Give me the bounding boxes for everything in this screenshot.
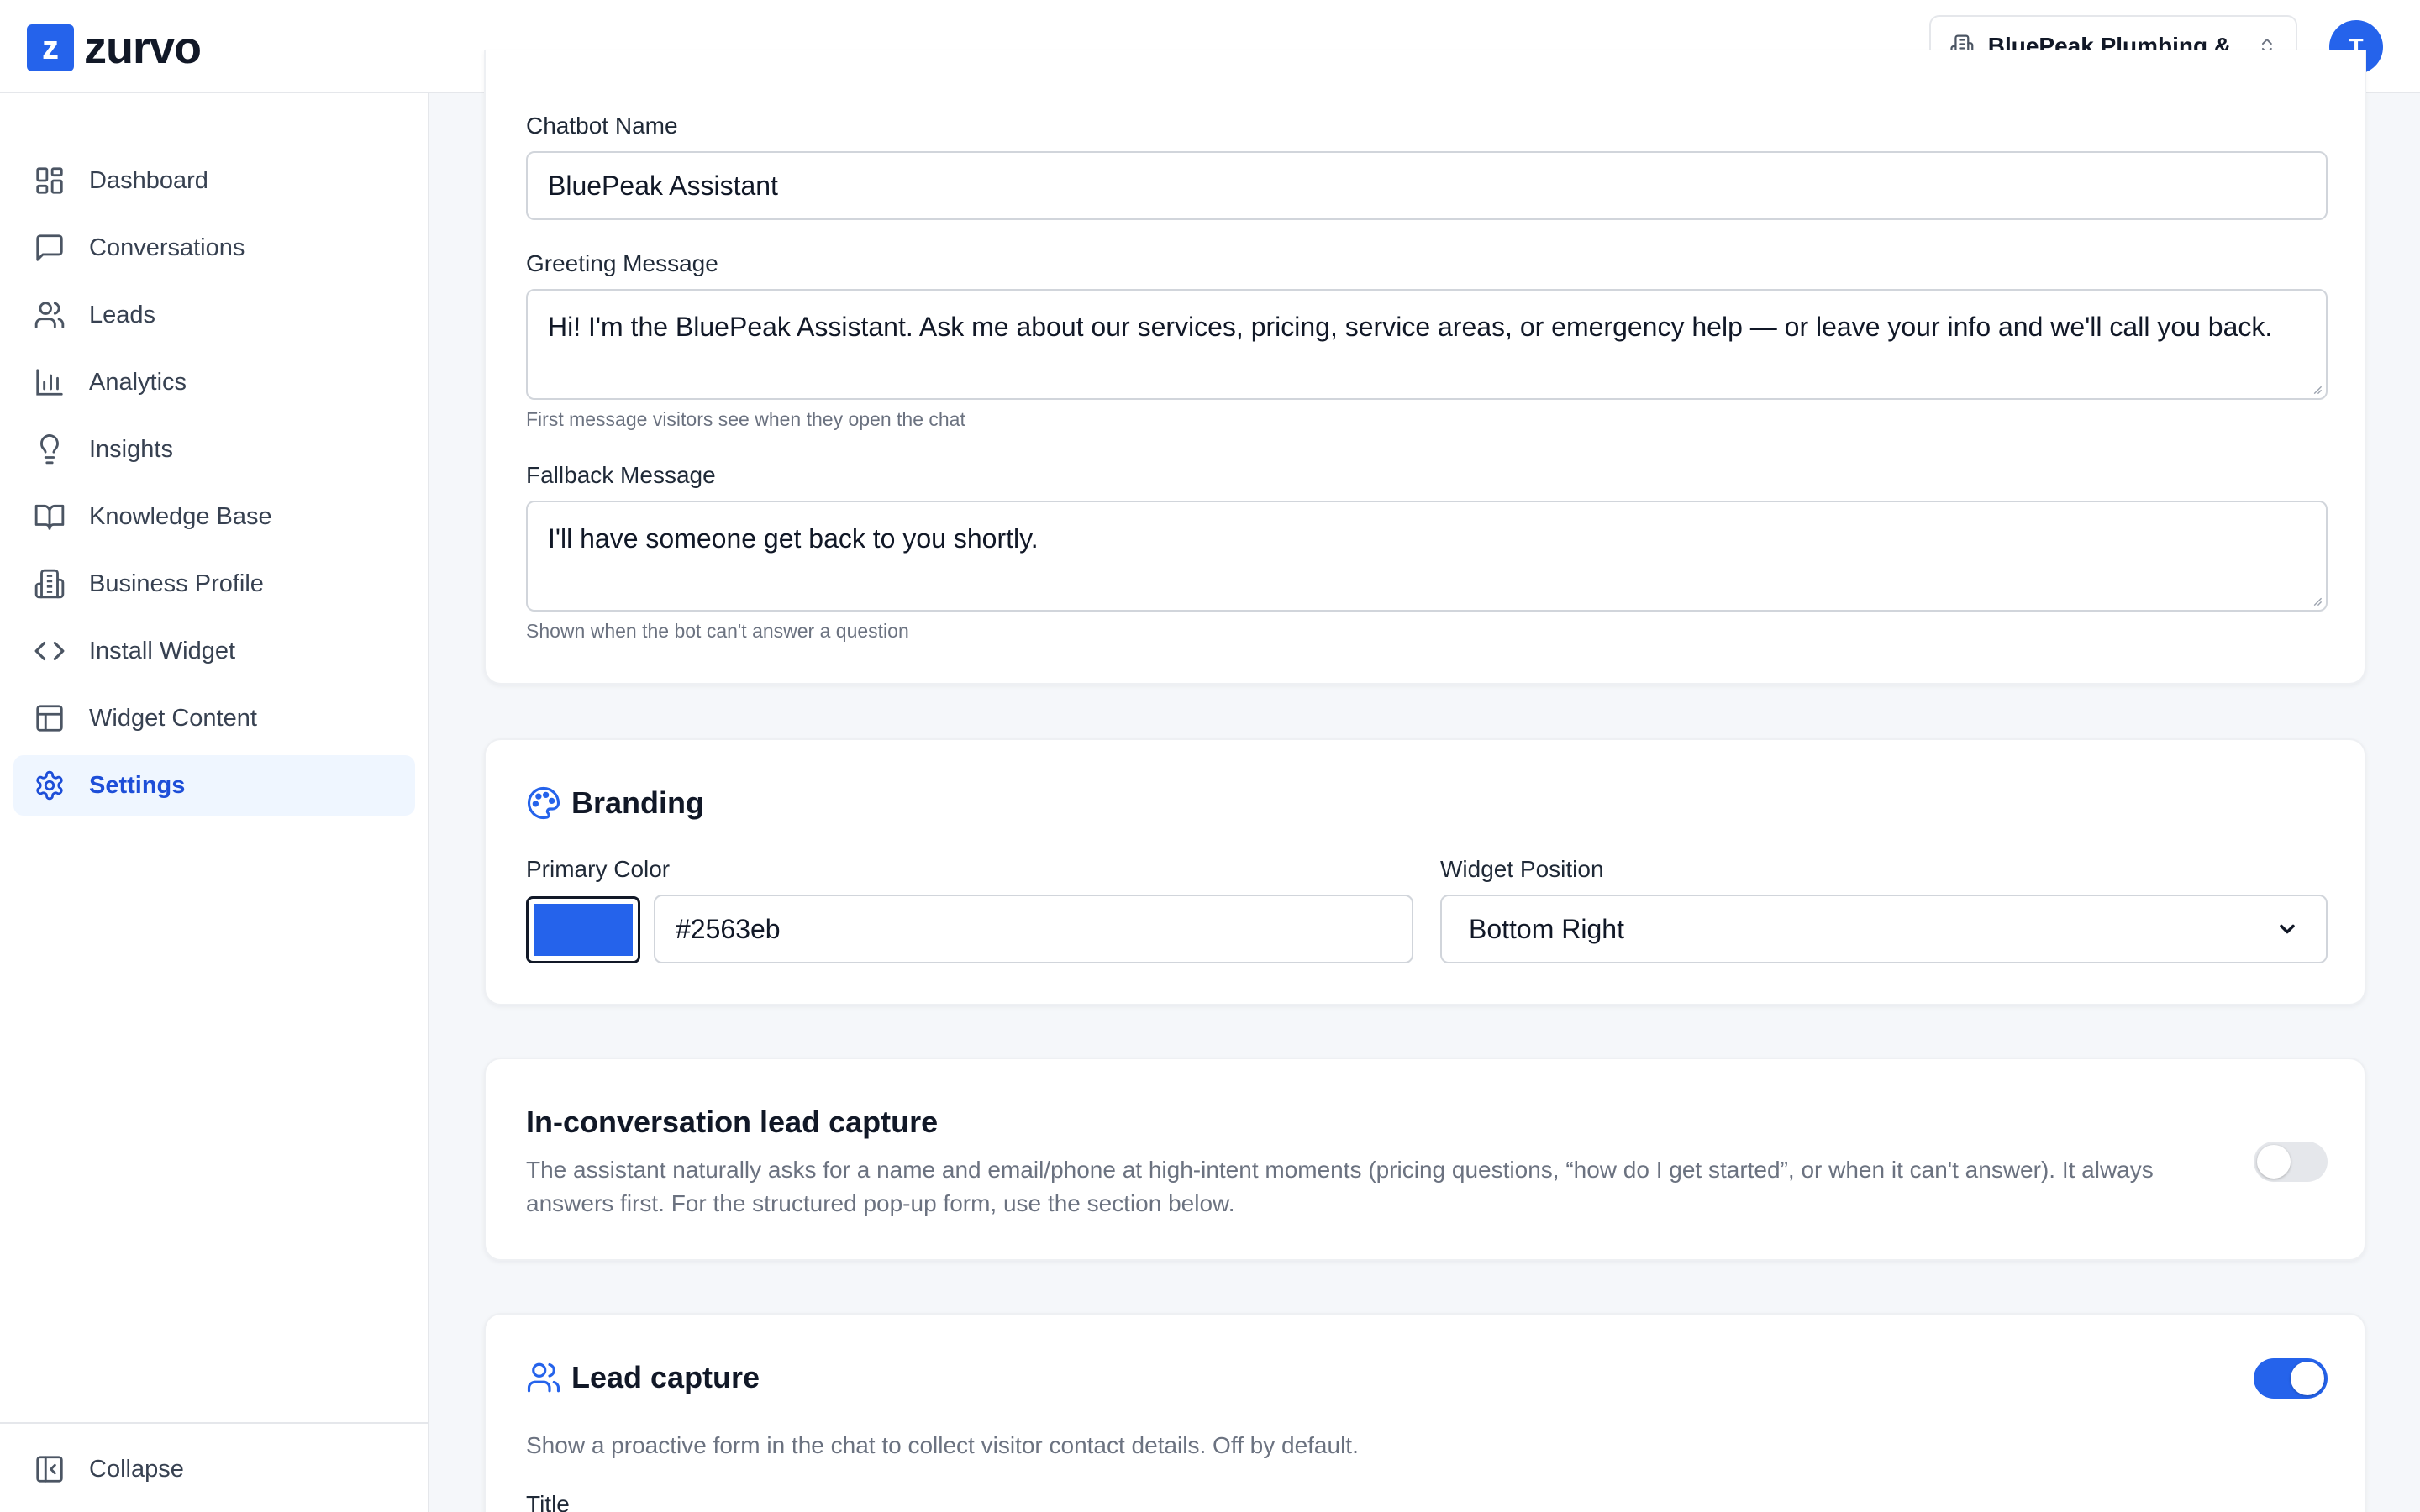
sidebar-footer: Collapse (0, 1422, 428, 1512)
lead-capture-card: Lead capture Show a proactive form in th… (484, 1313, 2366, 1512)
sidebar-item-label: Widget Content (89, 704, 257, 732)
sidebar-item-label: Settings (89, 771, 186, 799)
chatbot-name-input[interactable]: BluePeak Assistant (526, 151, 2328, 220)
primary-color-swatch (534, 904, 633, 956)
sidebar-item-label: Analytics (89, 368, 187, 396)
sidebar-item-widget-content[interactable]: Widget Content (13, 688, 415, 748)
users-icon (34, 302, 65, 328)
sidebar: Dashboard Conversations Leads Analytics … (0, 93, 429, 1512)
sidebar-item-conversations[interactable]: Conversations (13, 218, 415, 278)
widget-position-label: Widget Position (1440, 856, 1604, 882)
primary-color-label: Primary Color (526, 856, 671, 882)
chatbot-settings-card: Chatbot Name BluePeak Assistant Greeting… (484, 50, 2366, 685)
layout-icon (36, 705, 63, 732)
sidebar-item-label: Business Profile (89, 570, 264, 597)
sidebar-item-knowledge-base[interactable]: Knowledge Base (13, 486, 415, 547)
chevron-down-icon (2280, 924, 2295, 934)
building-icon (34, 569, 65, 599)
dashboard-icon (36, 167, 63, 194)
greeting-message-textarea[interactable]: Hi! I'm the BluePeak Assistant. Ask me a… (526, 289, 2328, 400)
fallback-message-text: I'll have someone get back to you shortl… (548, 523, 1039, 554)
primary-color-input[interactable]: #2563eb (654, 895, 1413, 963)
bar-chart-icon (36, 369, 63, 396)
lead-capture-description: Show a proactive form in the chat to col… (526, 1432, 1359, 1458)
sidebar-item-label: Leads (89, 301, 156, 328)
sidebar-item-label: Dashboard (89, 166, 208, 194)
panel-collapse-icon (36, 1456, 63, 1483)
lightbulb-icon (40, 434, 59, 465)
fallback-message-hint: Shown when the bot can't answer a questi… (526, 620, 909, 642)
sidebar-item-label: Knowledge Base (89, 502, 272, 530)
gear-icon (36, 770, 63, 801)
collapse-label: Collapse (89, 1455, 184, 1483)
logo[interactable]: z zurvo (27, 23, 202, 73)
sidebar-item-analytics[interactable]: Analytics (13, 352, 415, 412)
chatbot-name-label: Chatbot Name (526, 113, 678, 139)
greeting-message-text: Hi! I'm the BluePeak Assistant. Ask me a… (548, 312, 2273, 342)
sidebar-item-dashboard[interactable]: Dashboard (13, 150, 415, 211)
lead-capture-toggle[interactable] (2254, 1358, 2328, 1399)
code-icon (34, 641, 65, 661)
widget-position-select[interactable]: Bottom Right (1440, 895, 2328, 963)
greeting-message-hint: First message visitors see when they ope… (526, 408, 965, 430)
fallback-message-label: Fallback Message (526, 462, 716, 488)
sidebar-item-settings[interactable]: Settings (13, 755, 415, 816)
sidebar-item-label: Install Widget (89, 637, 236, 664)
sidebar-item-insights[interactable]: Insights (13, 419, 415, 480)
lead-capture-title-field-label: Title (526, 1491, 570, 1512)
users-icon (527, 1362, 560, 1393)
inconv-lead-capture-description: The assistant naturally asks for a name … (526, 1157, 2154, 1216)
palette-icon (527, 786, 560, 820)
widget-position-value: Bottom Right (1469, 913, 1624, 944)
toggle-knob (2257, 1145, 2291, 1179)
book-open-icon (34, 504, 65, 530)
primary-color-picker[interactable] (526, 896, 640, 963)
sidebar-item-business-profile[interactable]: Business Profile (13, 554, 415, 614)
greeting-message-label: Greeting Message (526, 250, 718, 276)
resize-grip-icon (2313, 386, 2323, 395)
branding-card: Branding Primary Color #2563eb Widget Po… (484, 738, 2366, 1005)
resize-grip-icon (2313, 597, 2323, 606)
sidebar-item-label: Insights (89, 435, 173, 463)
logo-text: zurvo (84, 23, 202, 73)
sidebar-item-label: Conversations (89, 234, 245, 261)
collapse-button[interactable]: Collapse (13, 1444, 415, 1494)
inconv-lead-capture-card: In-conversation lead capture The assista… (484, 1058, 2366, 1261)
chat-bubble-icon (36, 234, 63, 261)
toggle-knob (2291, 1362, 2324, 1395)
branding-title: Branding (571, 785, 704, 820)
sidebar-item-install-widget[interactable]: Install Widget (13, 621, 415, 681)
sidebar-item-leads[interactable]: Leads (13, 285, 415, 345)
logo-mark: z (27, 24, 74, 71)
inconv-lead-capture-toggle[interactable] (2254, 1142, 2328, 1182)
lead-capture-title: Lead capture (571, 1360, 760, 1394)
fallback-message-textarea[interactable]: I'll have someone get back to you shortl… (526, 501, 2328, 612)
inconv-lead-capture-title: In-conversation lead capture (526, 1105, 939, 1139)
